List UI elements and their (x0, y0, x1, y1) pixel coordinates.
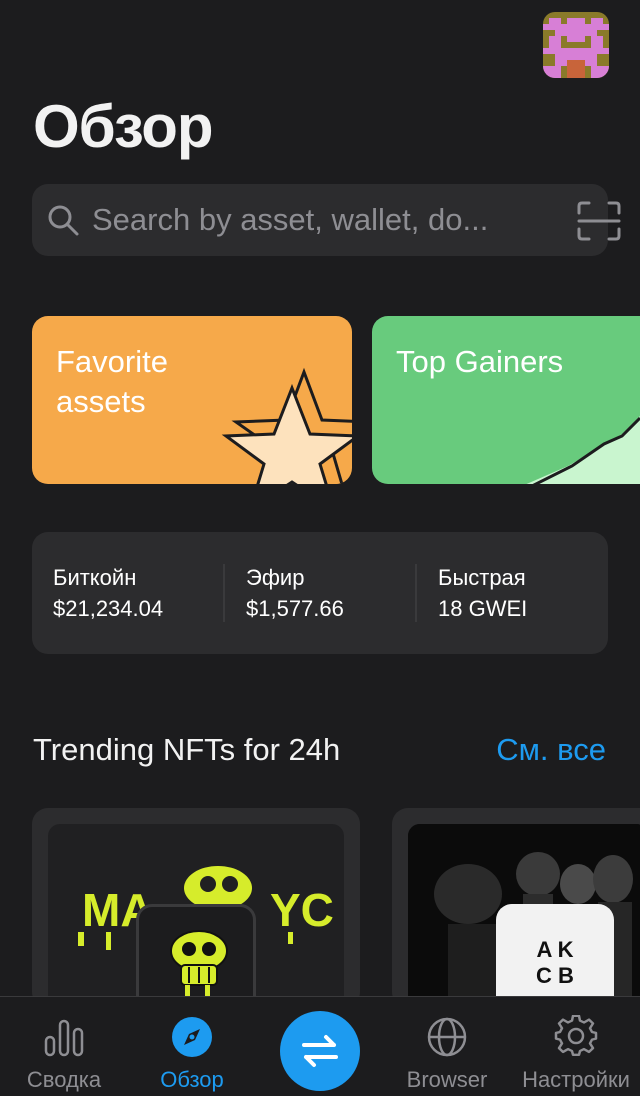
bar-chart-icon (44, 1019, 84, 1057)
bitcoin-price[interactable]: Биткойн $21,234.04 (53, 564, 223, 623)
compass-icon (172, 1017, 212, 1057)
tab-label: Browser (406, 1067, 488, 1092)
price-value: $21,234.04 (53, 596, 164, 621)
tab-browser[interactable]: Browser (383, 997, 511, 1096)
price-label: Биткойн (53, 565, 137, 590)
gas-price[interactable]: Быстрая 18 GWEI (438, 564, 608, 623)
globe-icon (427, 1017, 467, 1057)
logo-text-bottom: C B (536, 963, 574, 988)
favorite-assets-label: Favorite assets (56, 344, 168, 419)
tab-label: Сводка (26, 1067, 102, 1092)
ether-price[interactable]: Эфир $1,577.66 (246, 564, 416, 623)
logo-text-top: A K (536, 937, 574, 962)
nft-collection-logo: A K C B (496, 904, 614, 1008)
search-bar[interactable] (32, 184, 621, 256)
top-gainers-label: Top Gainers (396, 344, 564, 379)
search-icon (48, 205, 79, 236)
nft-collection-logo (136, 904, 256, 1008)
pixel-avatar-icon (543, 12, 609, 78)
tab-label: Настройки (522, 1067, 630, 1092)
swap-arrows-icon (302, 1035, 338, 1067)
tab-settings[interactable]: Настройки (512, 997, 640, 1096)
tab-summary[interactable]: Сводка (0, 997, 128, 1096)
search-input[interactable] (92, 198, 562, 242)
favorite-assets-card[interactable]: Favorite assets (32, 316, 352, 484)
banner-text-right: YC (270, 884, 334, 936)
see-all-link[interactable]: См. все (496, 732, 606, 768)
price-value: 18 GWEI (438, 596, 528, 621)
price-value: $1,577.66 (246, 596, 344, 621)
scan-icon[interactable] (576, 200, 622, 242)
divider (415, 564, 417, 622)
skull-icon (170, 930, 228, 1005)
divider (223, 564, 225, 622)
tab-label: Обзор (160, 1067, 224, 1092)
gear-icon (554, 1015, 598, 1056)
nft-collection-card[interactable]: MA YC (32, 808, 360, 1008)
tab-explore[interactable]: Обзор (128, 997, 256, 1096)
price-label: Эфир (246, 565, 305, 590)
explore-screen: Обзор Favorite assets Top Gainers (0, 0, 640, 1096)
page-title: Обзор (33, 93, 214, 160)
nft-collection-card[interactable]: A K C B (392, 808, 640, 1008)
top-gainers-card[interactable]: Top Gainers (372, 316, 640, 484)
avatar[interactable] (543, 12, 609, 78)
tab-bar: Сводка Обзор Browser Настройки (0, 996, 640, 1096)
trending-nfts-title: Trending NFTs for 24h (33, 732, 341, 767)
price-label: Быстрая (438, 565, 526, 590)
market-prices-panel: Биткойн $21,234.04 Эфир $1,577.66 Быстра… (32, 532, 608, 654)
swap-button[interactable] (280, 1011, 360, 1091)
